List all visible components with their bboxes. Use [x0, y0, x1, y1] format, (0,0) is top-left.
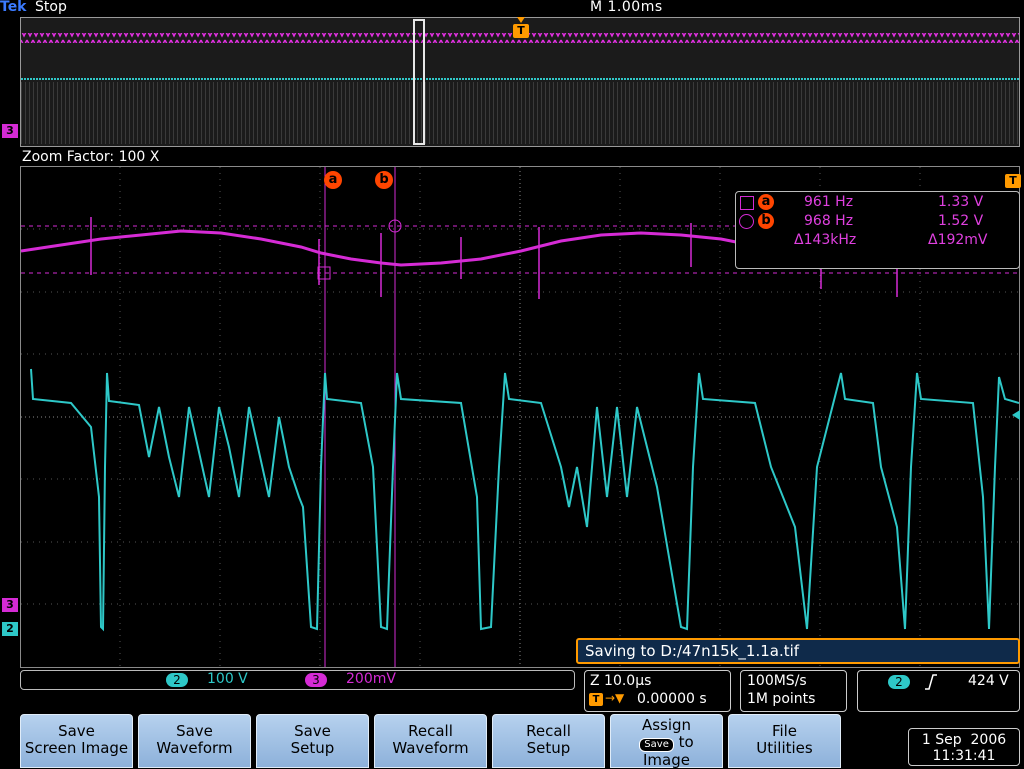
- status-bar: [0, 0, 1024, 16]
- softkey-line2: Setup: [526, 739, 571, 757]
- softkey-line1: Assign: [641, 716, 692, 734]
- ch2-waveform: [30, 368, 1019, 632]
- ch2-badge[interactable]: 2: [166, 673, 188, 687]
- save-setup-button[interactable]: Save Setup: [256, 714, 369, 768]
- cursor-a-square-icon: [740, 196, 754, 210]
- recall-setup-button[interactable]: Recall Setup: [492, 714, 605, 768]
- file-utilities-button[interactable]: File Utilities: [728, 714, 841, 768]
- readout-b-volt: 1.52 V: [938, 213, 984, 229]
- readout-a-volt: 1.33 V: [938, 194, 984, 210]
- ch2-ground-marker[interactable]: 2: [2, 622, 18, 636]
- softkey-line1: Save: [294, 722, 331, 740]
- trigger-level-marker[interactable]: T: [1005, 174, 1021, 188]
- ch3-scale[interactable]: 200mV: [346, 671, 396, 687]
- cursor-b-circle-icon: [739, 214, 754, 229]
- softkey-line2: to: [678, 733, 694, 751]
- readout-delta-freq: Δ143kHz: [794, 232, 857, 248]
- ch3-ground-marker[interactable]: 3: [2, 598, 18, 612]
- datetime-display: 1 Sep 2006 11:31:41: [908, 728, 1020, 766]
- ch2-scale[interactable]: 100 V: [207, 671, 248, 687]
- zoom-scale: Z 10.0µs: [590, 673, 652, 689]
- softkey-line2: Utilities: [756, 739, 813, 757]
- acquisition-readout[interactable]: 100MS/s 1M points: [740, 670, 847, 712]
- softkey-line2: Waveform: [156, 739, 233, 757]
- readout-b-label: b: [758, 213, 774, 229]
- softkey-line1: Save: [176, 722, 213, 740]
- brand-logo: Tek: [0, 0, 27, 15]
- delay-arrow-icon: →▼: [605, 691, 625, 705]
- softkey-line2: Screen Image: [24, 739, 129, 757]
- ch3-overview-marker[interactable]: 3: [2, 124, 18, 138]
- save-waveform-button[interactable]: Save Waveform: [138, 714, 251, 768]
- recall-waveform-button[interactable]: Recall Waveform: [374, 714, 487, 768]
- assign-save-to-image-button[interactable]: Assign Save to Image: [610, 714, 723, 769]
- softkey-line1: Save: [58, 722, 95, 740]
- save-key-badge: Save: [639, 738, 674, 752]
- zoom-factor-label: Zoom Factor: 100 X: [22, 149, 160, 165]
- timebase-readout: M 1.00ms: [590, 0, 663, 15]
- trigger-position-marker[interactable]: T: [513, 24, 529, 38]
- trigger-level: 424 V: [968, 673, 1009, 689]
- readout-a-freq: 961 Hz: [804, 194, 854, 210]
- date: 1 Sep 2006: [921, 732, 1007, 748]
- softkey-line3: Image: [643, 751, 690, 769]
- acquisition-state: Stop: [35, 0, 67, 15]
- softkey-line1: File: [771, 722, 798, 740]
- trigger-arrow-icon: [517, 17, 525, 23]
- softkey-line1: Recall: [526, 722, 571, 740]
- saving-status: Saving to D:/47n15k_1.1a.tif: [576, 638, 1020, 664]
- trigger-source-badge: 2: [888, 675, 910, 689]
- trigger-t-icon: T: [589, 693, 603, 706]
- ch2-trigger-level-icon: [1012, 410, 1020, 420]
- softkey-line2: Waveform: [392, 739, 469, 757]
- rising-edge-icon: [925, 674, 937, 690]
- ch3-badge[interactable]: 3: [305, 673, 327, 687]
- readout-delta-volt: Δ192mV: [928, 232, 988, 248]
- time: 11:31:41: [932, 748, 996, 764]
- softkey-line2: Setup: [290, 739, 335, 757]
- record-length: 1M points: [747, 691, 816, 707]
- readout-b-freq: 968 Hz: [804, 213, 854, 229]
- channel-scale-bar[interactable]: 2 100 V 3 200mV: [20, 670, 575, 690]
- horizontal-readout[interactable]: Z 10.0µs T →▼ 0.00000 s: [584, 670, 731, 712]
- cursor-a-label[interactable]: a: [324, 171, 342, 189]
- readout-a-label: a: [758, 194, 774, 210]
- horizontal-position: 0.00000 s: [637, 691, 707, 707]
- sample-rate: 100MS/s: [747, 673, 807, 689]
- cursor-b-label[interactable]: b: [375, 171, 393, 189]
- trigger-readout[interactable]: 2 424 V: [857, 670, 1020, 712]
- cursor-readout: a 961 Hz 1.33 V b 968 Hz 1.52 V Δ143kHz …: [735, 191, 1020, 269]
- save-screen-image-button[interactable]: Save Screen Image: [20, 714, 133, 768]
- softkey-line1: Recall: [408, 722, 453, 740]
